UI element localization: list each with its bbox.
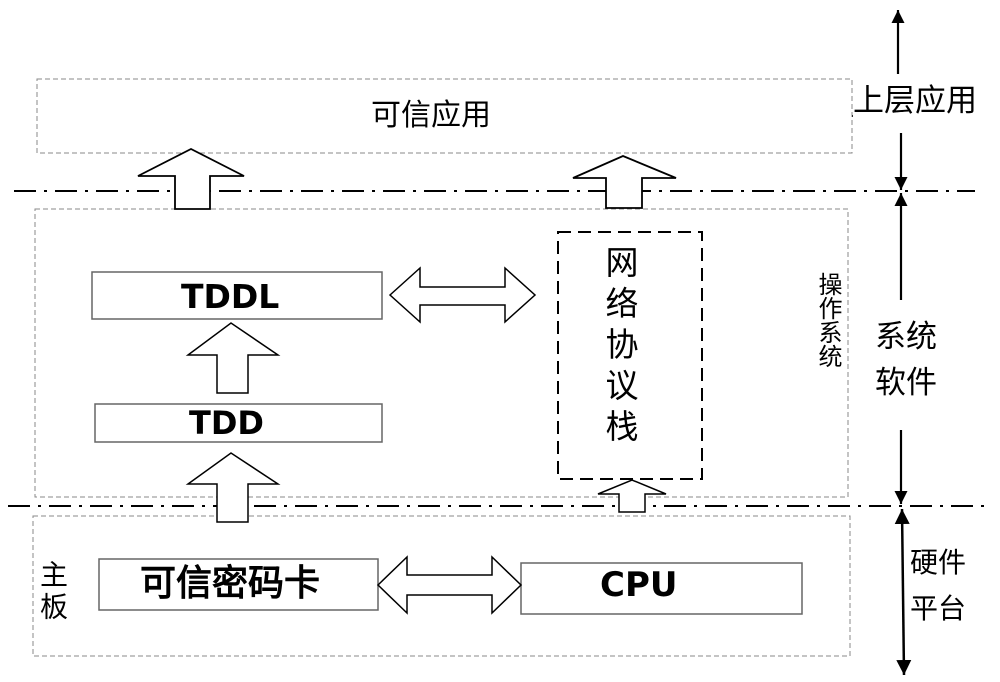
crypto-card-label: 可信密码卡 (140, 563, 321, 604)
arrow-up-os-to-app-left (137, 147, 245, 210)
double-arrow-tddl-netstack (388, 266, 537, 324)
arrow-up-os-to-app-right (572, 155, 677, 209)
os-label: 操作系统 (814, 272, 842, 368)
double-arrow-card-cpu (376, 555, 523, 615)
hardware-platform-label-line1: 硬件 (910, 546, 967, 579)
mainboard-label: 主板 (36, 560, 69, 624)
os-box (34, 208, 849, 498)
system-software-label-line2: 软件 (875, 365, 937, 401)
tddl-label: TDDL (181, 277, 280, 316)
trusted-app-label: 可信应用 (371, 98, 491, 133)
cpu-label: CPU (600, 565, 678, 605)
arrow-up-card-to-tdd (185, 452, 281, 523)
system-software-label-line1: 系统 (875, 319, 937, 355)
hardware-platform-label-line2: 平台 (910, 592, 967, 625)
netstack-label: 网络协议栈 (600, 245, 639, 450)
arrow-up-tdd-to-tddl (185, 322, 281, 394)
tdd-label: TDD (189, 404, 264, 442)
dim-arrow-hardware (894, 508, 912, 676)
upper-layer-label: 上层应用 (853, 83, 977, 119)
arrow-up-cpu-to-netstack (597, 479, 667, 513)
